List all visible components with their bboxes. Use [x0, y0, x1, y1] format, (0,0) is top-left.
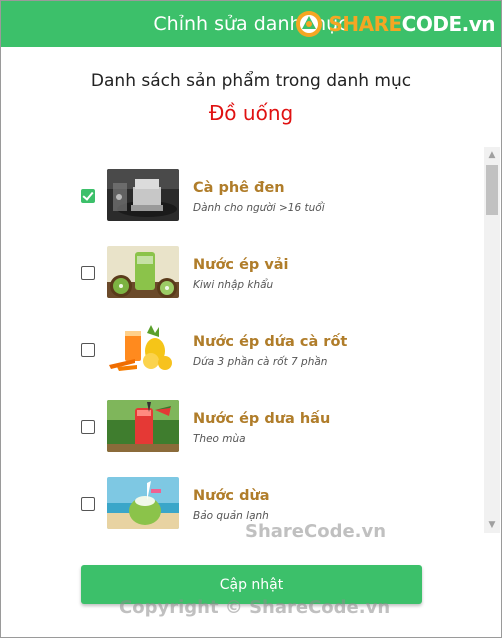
product-name: Nước dừa	[193, 488, 270, 504]
copyright-watermark: Copyright © ShareCode.vn	[119, 597, 391, 618]
scrollbar-thumb[interactable]	[486, 165, 498, 215]
scroll-down-arrow-icon[interactable]: ▼	[484, 517, 500, 533]
edit-category-dialog: Chỉnh sửa danh mục SHARECODE.vn Danh sác…	[0, 0, 502, 638]
product-name: Nước ép vải	[193, 257, 289, 273]
sharecode-logo-icon	[296, 11, 323, 37]
product-list: Cà phê đen Dành cho người >16 tuổi Nước …	[73, 161, 483, 533]
product-checkbox[interactable]	[81, 343, 95, 357]
product-item: Nước ép dứa cà rốt Dứa 3 phần cà rốt 7 p…	[73, 323, 473, 379]
product-name: Cà phê đen	[193, 180, 285, 196]
product-item: Cà phê đen Dành cho người >16 tuổi	[73, 169, 473, 225]
coconut-image	[107, 477, 179, 529]
product-name: Nước ép dưa hấu	[193, 411, 331, 427]
product-description: Dành cho người >16 tuổi	[193, 202, 325, 214]
product-description: Kiwi nhập khẩu	[193, 279, 274, 291]
watermelon-juice-image	[107, 400, 179, 452]
product-description: Dứa 3 phần cà rốt 7 phần	[193, 356, 328, 368]
sharecode-logo-text: SHARECODE.vn	[328, 12, 495, 36]
sharecode-logo: SHARECODE.vn	[294, 7, 496, 41]
dialog-header: Chỉnh sửa danh mục SHARECODE.vn	[1, 1, 501, 47]
category-name: Đồ uống	[208, 101, 294, 125]
product-item: Nước ép dưa hấu Theo mùa	[73, 400, 473, 456]
product-checkbox[interactable]	[81, 189, 95, 203]
product-item: Nước ép vải Kiwi nhập khẩu	[73, 246, 473, 302]
product-name: Nước ép dứa cà rốt	[193, 334, 348, 350]
product-list-scrollbar[interactable]: ▲ ▼	[484, 147, 500, 533]
product-list-heading: Danh sách sản phẩm trong danh mục	[90, 71, 412, 91]
pineapple-carrot-image	[107, 323, 179, 375]
product-checkbox[interactable]	[81, 497, 95, 511]
product-checkbox[interactable]	[81, 420, 95, 434]
product-description: Theo mùa	[193, 433, 246, 445]
scroll-up-arrow-icon[interactable]: ▲	[484, 147, 500, 163]
product-checkbox[interactable]	[81, 266, 95, 280]
coffee-image	[107, 169, 179, 221]
update-button-label: Cập nhật	[219, 576, 284, 593]
watermark-text: ShareCode.vn	[245, 521, 387, 542]
kiwi-juice-image	[107, 246, 179, 298]
